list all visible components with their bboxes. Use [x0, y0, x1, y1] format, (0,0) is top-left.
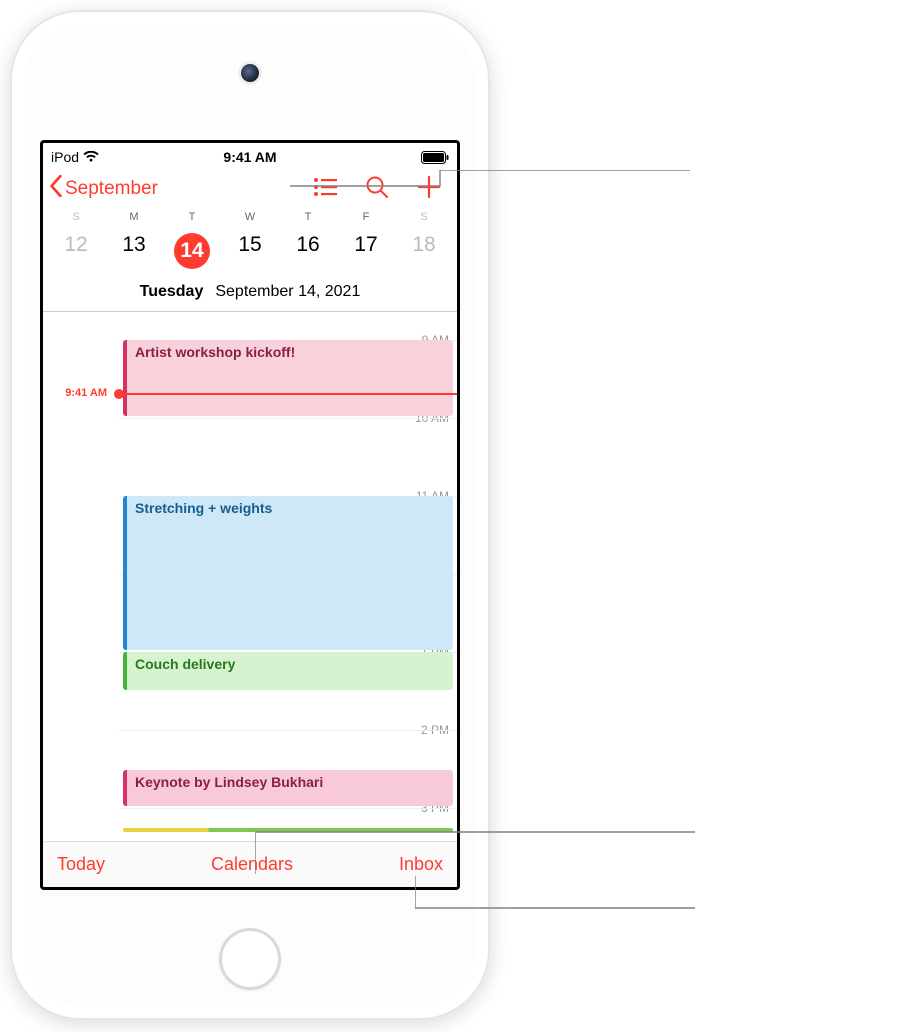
- event-keynote[interactable]: Keynote by Lindsey Bukhari: [123, 770, 453, 806]
- search-icon[interactable]: [365, 175, 389, 204]
- back-label: September: [65, 178, 158, 200]
- front-camera: [241, 64, 259, 82]
- hour-line: [119, 808, 457, 809]
- event-stretching[interactable]: Stretching + weights: [123, 496, 453, 650]
- device-frame: iPod 9:41 AM September: [10, 10, 490, 1020]
- allday-strip[interactable]: [123, 828, 453, 832]
- date-cell[interactable]: 17: [337, 227, 395, 275]
- calendars-button[interactable]: Calendars: [211, 854, 293, 875]
- status-bar: iPod 9:41 AM: [43, 143, 457, 167]
- chevron-left-icon: [49, 175, 63, 203]
- nav-bar: September: [43, 167, 457, 211]
- home-button[interactable]: [219, 928, 281, 990]
- now-time-label: 9:41 AM: [43, 387, 115, 399]
- weekday-label: F: [337, 211, 395, 223]
- event-title: Keynote by Lindsey Bukhari: [135, 774, 323, 790]
- weekday-label: S: [47, 211, 105, 223]
- full-date-label: Tuesday September 14, 2021: [47, 275, 453, 311]
- now-line: [119, 393, 457, 395]
- hour-line: [119, 730, 457, 731]
- back-button[interactable]: September: [49, 175, 158, 203]
- battery-icon: [421, 151, 449, 164]
- date-cell[interactable]: 12: [47, 227, 105, 275]
- weekday-label: T: [279, 211, 337, 223]
- full-date-dow: Tuesday: [140, 283, 204, 300]
- event-title: Stretching + weights: [135, 500, 272, 516]
- today-button[interactable]: Today: [57, 854, 105, 875]
- timeline[interactable]: 9 AM 10 AM 11 AM Noon 1 PM 2 PM 3 PM Art…: [43, 312, 457, 832]
- status-time: 9:41 AM: [43, 149, 457, 165]
- list-view-icon[interactable]: [313, 177, 337, 202]
- event-title: Couch delivery: [135, 656, 235, 672]
- weekday-label: S: [395, 211, 453, 223]
- now-dot: [114, 389, 124, 399]
- event-title: Artist workshop kickoff!: [135, 344, 295, 360]
- status-left: iPod: [51, 149, 99, 165]
- inbox-button[interactable]: Inbox: [399, 854, 443, 875]
- date-cell[interactable]: 16: [279, 227, 337, 275]
- event-couch-delivery[interactable]: Couch delivery: [123, 652, 453, 690]
- date-row: 12 13 14 15 16 17 18: [47, 227, 453, 275]
- week-header: S M T W T F S 12 13 14 15 16 17 18 Tuesd…: [43, 211, 457, 311]
- weekday-row: S M T W T F S: [47, 211, 453, 223]
- bottom-toolbar: Today Calendars Inbox: [43, 841, 457, 887]
- screen: iPod 9:41 AM September: [40, 140, 460, 890]
- date-cell[interactable]: 15: [221, 227, 279, 275]
- date-cell[interactable]: 13: [105, 227, 163, 275]
- hour-line: [119, 418, 457, 419]
- nav-icons: [313, 167, 451, 211]
- date-cell[interactable]: 18: [395, 227, 453, 275]
- full-date-text: September 14, 2021: [215, 283, 360, 300]
- add-icon[interactable]: [417, 175, 441, 204]
- status-right: [421, 151, 449, 164]
- weekday-label: W: [221, 211, 279, 223]
- event-artist-workshop[interactable]: Artist workshop kickoff!: [123, 340, 453, 416]
- weekday-label: T: [163, 211, 221, 223]
- carrier-label: iPod: [51, 149, 79, 165]
- weekday-label: M: [105, 211, 163, 223]
- date-cell-selected[interactable]: 14: [163, 227, 221, 275]
- wifi-icon: [83, 151, 99, 163]
